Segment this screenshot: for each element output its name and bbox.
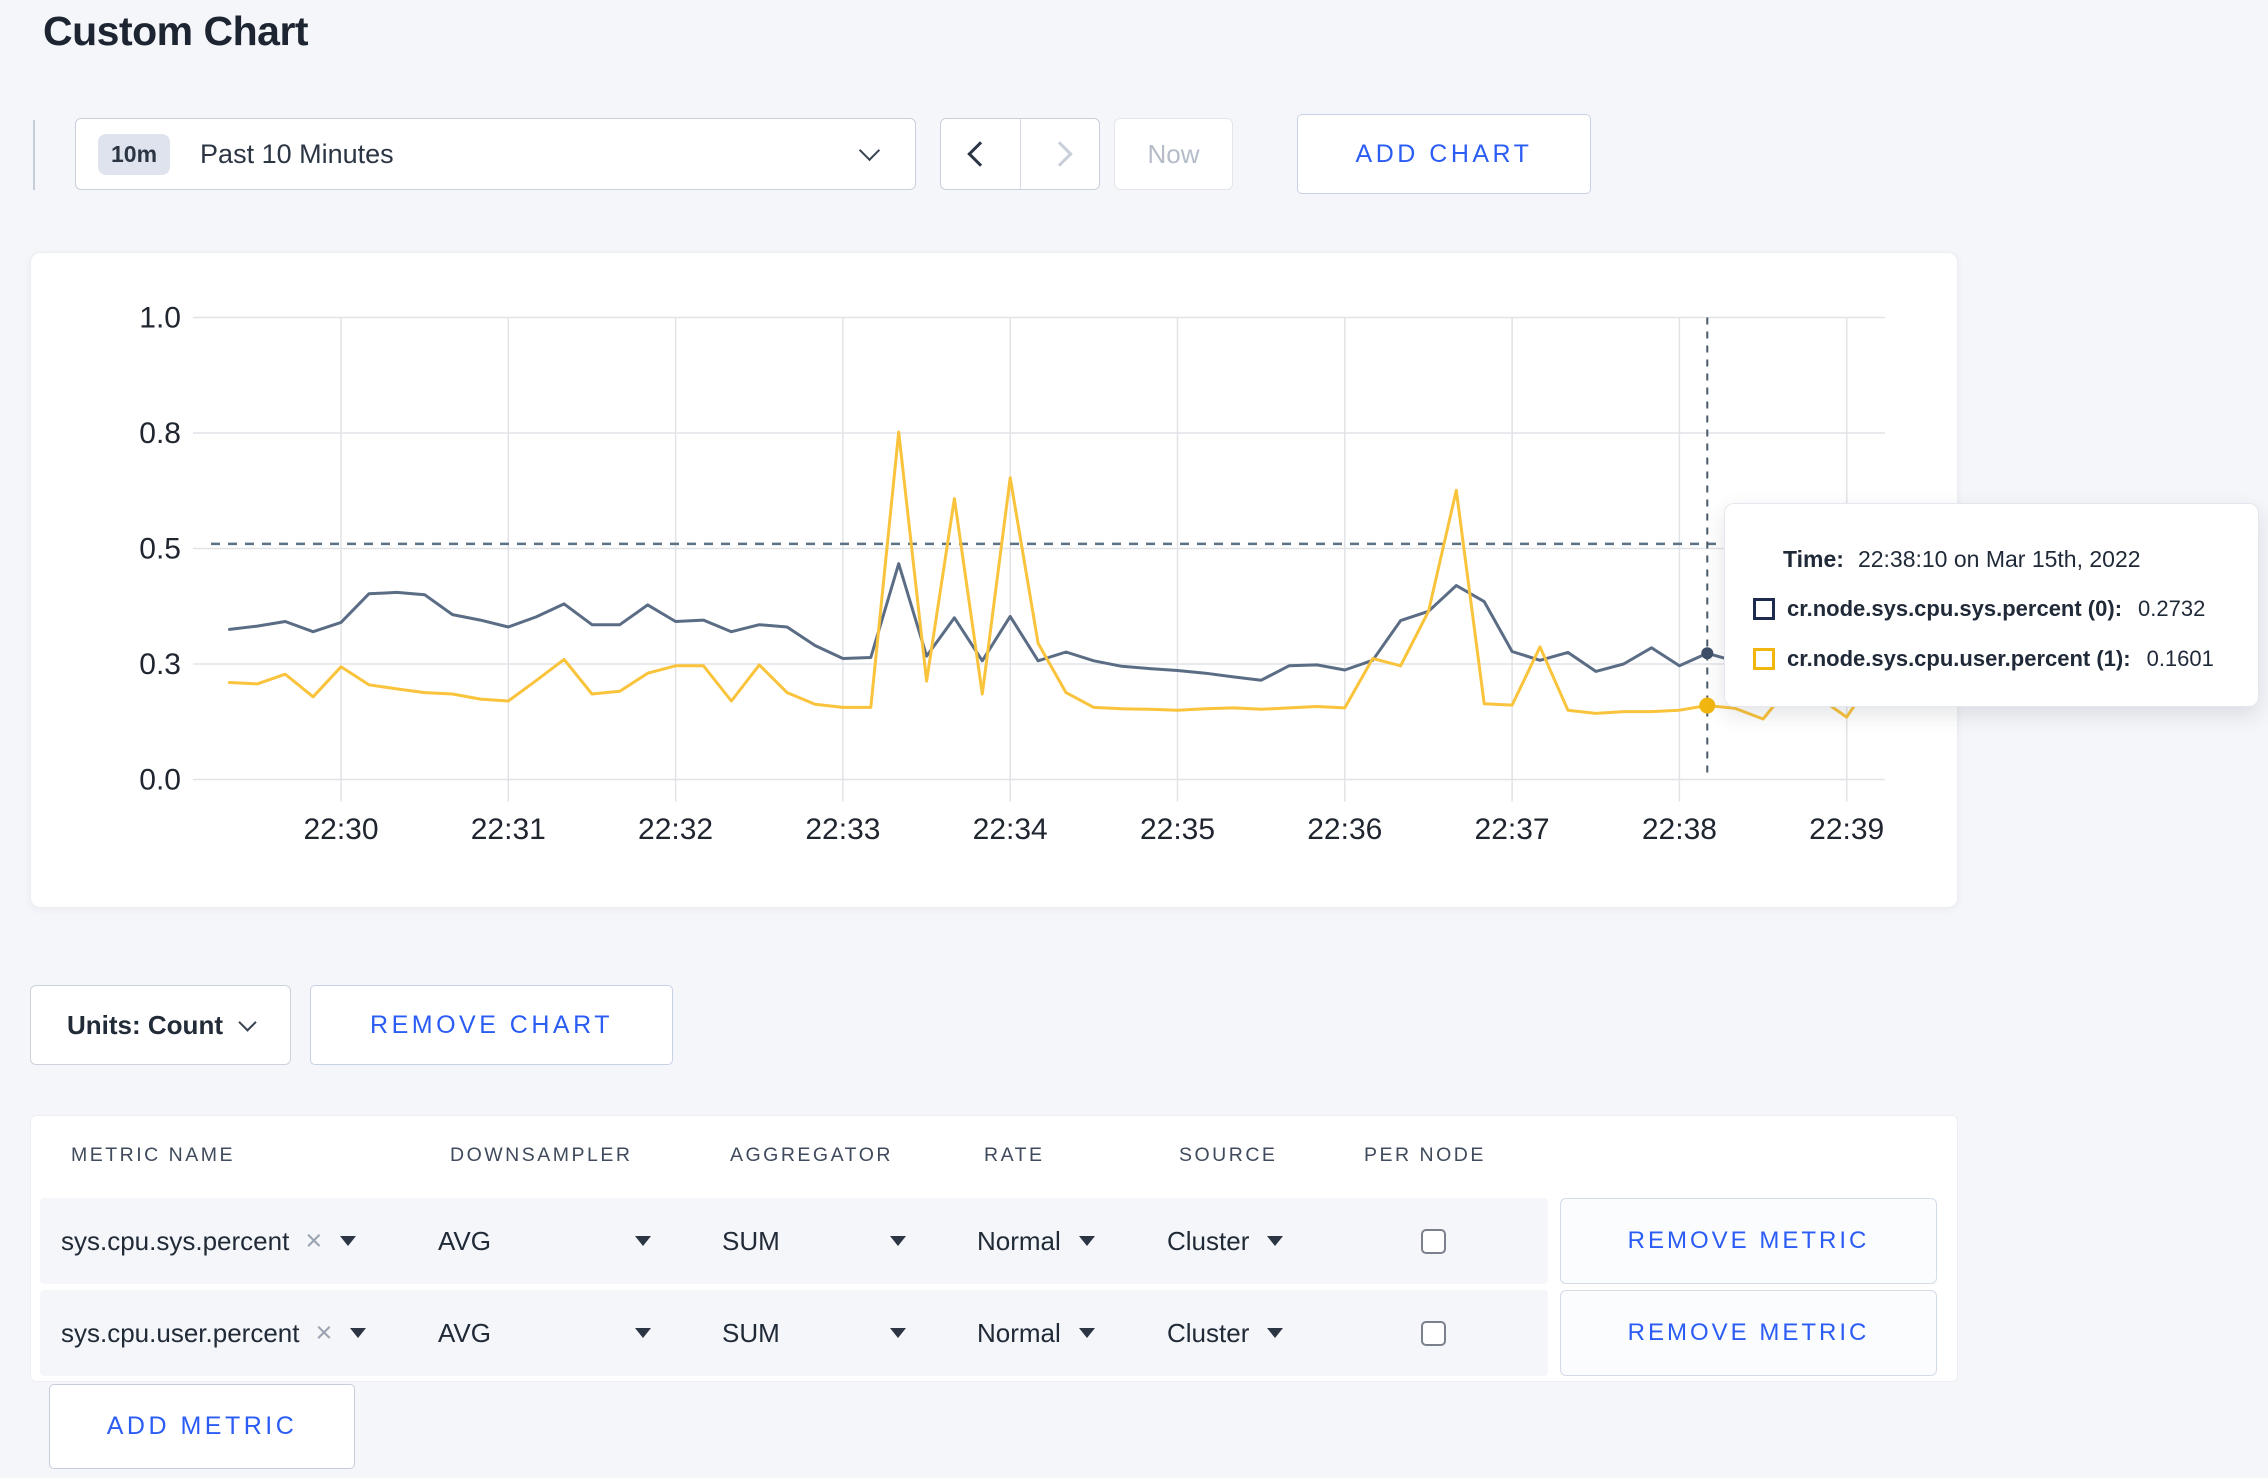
caret-down-icon bbox=[1267, 1236, 1284, 1246]
source-select[interactable]: Cluster bbox=[1167, 1198, 1284, 1284]
source-value: Cluster bbox=[1167, 1225, 1250, 1256]
downsampler-value: AVG bbox=[438, 1225, 491, 1256]
downsampler-select[interactable]: AVG bbox=[438, 1290, 651, 1376]
chevron-left-icon bbox=[967, 141, 993, 167]
units-label: Units: Count bbox=[67, 1009, 223, 1040]
svg-text:0.3: 0.3 bbox=[139, 648, 181, 681]
tooltip-series-label: cr.node.sys.cpu.user.percent (1): bbox=[1787, 646, 2131, 671]
metric-name-value: sys.cpu.user.percent bbox=[61, 1317, 300, 1348]
time-window-badge: 10m bbox=[98, 133, 171, 175]
col-header-aggregator: AGGREGATOR bbox=[730, 1144, 893, 1166]
tooltip-time-label: Time: bbox=[1783, 545, 1844, 572]
svg-text:22:36: 22:36 bbox=[1307, 813, 1382, 846]
col-header-rate: RATE bbox=[984, 1144, 1045, 1166]
per-node-cell bbox=[1421, 1290, 1446, 1376]
remove-metric-button[interactable]: REMOVE METRIC bbox=[1560, 1290, 1937, 1376]
tooltip-series-row: cr.node.sys.cpu.sys.percent (0): 0.2732 bbox=[1753, 584, 2258, 634]
rate-value: Normal bbox=[977, 1317, 1061, 1348]
svg-text:22:34: 22:34 bbox=[973, 813, 1048, 846]
toolbar-divider bbox=[33, 120, 35, 190]
add-chart-button[interactable]: ADD CHART bbox=[1297, 114, 1591, 194]
source-value: Cluster bbox=[1167, 1317, 1250, 1348]
svg-text:22:39: 22:39 bbox=[1809, 813, 1884, 846]
svg-text:22:38: 22:38 bbox=[1642, 813, 1717, 846]
page-title: Custom Chart bbox=[43, 8, 309, 54]
metric-name-dropdown[interactable]: sys.cpu.sys.percent × bbox=[61, 1198, 357, 1284]
svg-text:22:37: 22:37 bbox=[1475, 813, 1550, 846]
svg-text:0.8: 0.8 bbox=[139, 417, 181, 450]
downsampler-select[interactable]: AVG bbox=[438, 1198, 651, 1284]
per-node-checkbox[interactable] bbox=[1421, 1320, 1446, 1346]
col-header-downsampler: DOWNSAMPLER bbox=[450, 1144, 633, 1166]
time-window-dropdown[interactable]: 10m Past 10 Minutes bbox=[75, 118, 916, 190]
tooltip-series-label: cr.node.sys.cpu.sys.percent (0): bbox=[1787, 596, 2123, 621]
caret-down-icon bbox=[635, 1236, 651, 1246]
tooltip-series-row: cr.node.sys.cpu.user.percent (1): 0.1601 bbox=[1753, 634, 2258, 684]
time-forward-button[interactable] bbox=[1019, 119, 1100, 189]
caret-down-icon bbox=[350, 1328, 367, 1338]
caret-down-icon bbox=[340, 1236, 357, 1246]
rate-select[interactable]: Normal bbox=[977, 1290, 1095, 1376]
source-select[interactable]: Cluster bbox=[1167, 1290, 1284, 1376]
remove-metric-button[interactable]: REMOVE METRIC bbox=[1560, 1198, 1937, 1284]
units-dropdown[interactable]: Units: Count bbox=[30, 985, 291, 1065]
per-node-checkbox[interactable] bbox=[1421, 1228, 1446, 1254]
remove-chart-button[interactable]: REMOVE CHART bbox=[310, 985, 673, 1065]
tooltip-series-value: 0.1601 bbox=[2146, 646, 2214, 671]
svg-text:22:33: 22:33 bbox=[805, 813, 880, 846]
chevron-down-icon bbox=[238, 1012, 257, 1032]
time-nav-group bbox=[940, 118, 1100, 190]
rate-value: Normal bbox=[977, 1225, 1061, 1256]
clear-metric-icon[interactable]: × bbox=[315, 1317, 332, 1350]
custom-chart-canvas[interactable]: 1.0 0.8 0.5 0.3 0.0 22:30 22:31 22:32 22:33 22:34… bbox=[31, 253, 1957, 907]
caret-down-icon bbox=[635, 1328, 651, 1338]
caret-down-icon bbox=[890, 1236, 906, 1246]
time-window-label: Past 10 Minutes bbox=[200, 138, 394, 169]
rate-select[interactable]: Normal bbox=[977, 1198, 1095, 1284]
chart-card: 1.0 0.8 0.5 0.3 0.0 22:30 22:31 22:32 22:33 22:34… bbox=[30, 252, 1958, 908]
chevron-down-icon bbox=[858, 139, 881, 161]
aggregator-value: SUM bbox=[722, 1225, 780, 1256]
series-user-swatch-icon bbox=[1753, 648, 1775, 670]
svg-text:0.5: 0.5 bbox=[139, 533, 181, 566]
metric-name-value: sys.cpu.sys.percent bbox=[61, 1225, 290, 1256]
col-header-metric-name: METRIC NAME bbox=[71, 1144, 235, 1166]
caret-down-icon bbox=[890, 1328, 906, 1338]
svg-text:0.0: 0.0 bbox=[139, 764, 181, 797]
caret-down-icon bbox=[1078, 1236, 1095, 1246]
caret-down-icon bbox=[1267, 1328, 1284, 1338]
aggregator-select[interactable]: SUM bbox=[722, 1198, 906, 1284]
chevron-right-icon bbox=[1047, 141, 1073, 167]
svg-text:22:30: 22:30 bbox=[303, 813, 378, 846]
series-sys-swatch-icon bbox=[1753, 598, 1775, 620]
col-header-per-node: PER NODE bbox=[1364, 1144, 1486, 1166]
svg-text:22:32: 22:32 bbox=[638, 813, 713, 846]
col-header-source: SOURCE bbox=[1179, 1144, 1278, 1166]
tooltip-time-row: Time: 22:38:10 on Mar 15th, 2022 bbox=[1753, 534, 2258, 584]
svg-text:1.0: 1.0 bbox=[139, 302, 181, 335]
svg-text:22:35: 22:35 bbox=[1140, 813, 1215, 846]
aggregator-select[interactable]: SUM bbox=[722, 1290, 906, 1376]
downsampler-value: AVG bbox=[438, 1317, 491, 1348]
caret-down-icon bbox=[1078, 1328, 1095, 1338]
time-back-button[interactable] bbox=[941, 119, 1020, 189]
add-metric-button[interactable]: ADD METRIC bbox=[49, 1384, 355, 1469]
tooltip-time-value: 22:38:10 on Mar 15th, 2022 bbox=[1857, 545, 2141, 572]
metric-name-dropdown[interactable]: sys.cpu.user.percent × bbox=[61, 1290, 367, 1376]
per-node-cell bbox=[1421, 1198, 1446, 1284]
chart-tooltip: Time: 22:38:10 on Mar 15th, 2022 cr.node… bbox=[1724, 503, 2259, 707]
clear-metric-icon[interactable]: × bbox=[305, 1225, 322, 1258]
svg-text:22:31: 22:31 bbox=[471, 813, 546, 846]
aggregator-value: SUM bbox=[722, 1317, 780, 1348]
now-button[interactable]: Now bbox=[1114, 118, 1233, 190]
tooltip-series-value: 0.2732 bbox=[2138, 596, 2206, 621]
